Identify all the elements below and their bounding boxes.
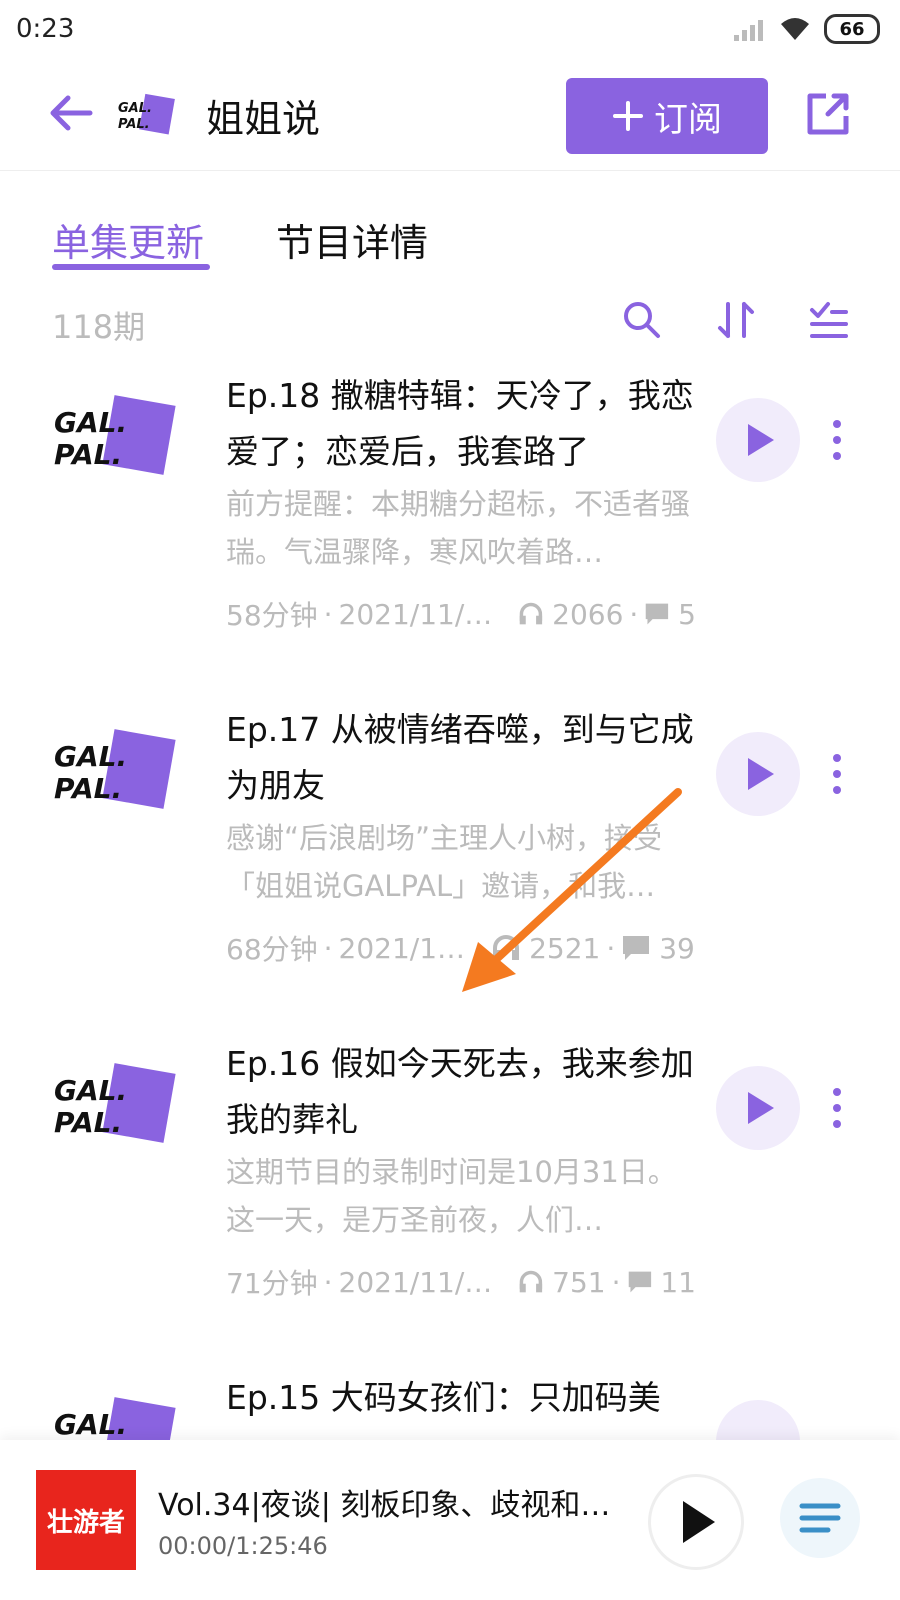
episode-meta: 71分钟 · 2021/11/… 751 · 11	[226, 1262, 696, 1302]
share-icon[interactable]	[804, 90, 852, 138]
episode-play-button[interactable]	[716, 398, 800, 482]
episode-cover: GAL. PAL.	[54, 1063, 176, 1143]
page-title: 姐姐说	[206, 97, 321, 141]
comment-count: 11	[660, 1265, 696, 1299]
header-bar: GAL. PAL. 姐姐说 订阅	[0, 60, 900, 171]
separator: ·	[323, 597, 333, 631]
subscribe-label: 订阅	[654, 99, 722, 140]
episode-meta: 68分钟 · 2021/1… 2521 · 39	[226, 928, 696, 968]
mini-player[interactable]: 壮游者 Vol.34|夜谈| 刻板印象、歧视和… 00:00/1:25:46	[0, 1440, 900, 1600]
episode-description: 感谢“后浪剧场”主理人小树，接受「姐姐说GALPAL」邀请，和我…	[226, 821, 663, 903]
episode-cover: GAL.	[54, 1397, 176, 1440]
wifi-icon	[781, 18, 809, 40]
list-toolbar: 118期	[0, 290, 900, 360]
svg-text:PAL.: PAL.	[54, 772, 122, 805]
svg-text:GAL.: GAL.	[54, 1408, 127, 1440]
episode-item[interactable]: GAL. Ep.15 大码女孩们：只加码美	[0, 1366, 900, 1440]
play-icon	[748, 1092, 774, 1124]
svg-text:PAL.: PAL.	[54, 1106, 122, 1139]
episode-cover: GAL. PAL.	[54, 395, 176, 475]
separator: ·	[606, 931, 616, 965]
batch-select-icon[interactable]	[806, 298, 850, 342]
comment-icon	[628, 1271, 651, 1293]
episode-description: 这期节目的录制时间是10月31日。这一天，是万圣前夜，人们…	[226, 1155, 677, 1237]
headphones-icon	[520, 602, 543, 625]
svg-text:PAL.: PAL.	[54, 438, 122, 471]
episode-item[interactable]: GAL. PAL. Ep.17 从被情绪吞噬，到与它成为朋友 感谢“后浪剧场”主…	[0, 698, 900, 1038]
episode-cover: GAL. PAL.	[54, 729, 176, 809]
player-cover: 壮游者	[36, 1470, 136, 1570]
more-options-icon[interactable]	[830, 418, 844, 462]
player-time: 00:00/1:25:46	[158, 1532, 328, 1560]
episode-item[interactable]: GAL. PAL. Ep.16 假如今天死去，我来参加我的葬礼 这期节目的录制时…	[0, 1032, 900, 1372]
episode-date: 2021/11/…	[338, 1265, 493, 1299]
episode-duration: 68分钟	[226, 933, 318, 966]
episode-duration: 71分钟	[226, 1267, 318, 1300]
headphones-icon	[493, 935, 520, 960]
play-count: 2521	[529, 931, 601, 965]
svg-text:GAL.: GAL.	[54, 740, 127, 773]
podcast-logo: GAL. PAL.	[118, 93, 175, 135]
plus-icon	[613, 101, 643, 131]
episode-date: 2021/1…	[338, 931, 466, 965]
status-icons: 66	[732, 14, 880, 44]
tab-bar: 单集更新 节目详情	[0, 200, 900, 280]
episode-duration: 58分钟	[226, 599, 318, 632]
svg-text:GAL.: GAL.	[54, 406, 127, 439]
play-icon	[748, 424, 774, 456]
status-time: 0:23	[16, 14, 75, 44]
headphones-icon	[520, 1270, 543, 1293]
player-play-button[interactable]	[648, 1474, 744, 1570]
svg-text:GAL.: GAL.	[118, 101, 152, 116]
subscribe-button[interactable]: 订阅	[566, 78, 768, 154]
episode-play-button[interactable]	[716, 1400, 800, 1440]
episode-title: Ep.18 撒糖特辑：天冷了，我恋爱了；恋爱后，我套路了	[226, 376, 694, 471]
playlist-button[interactable]	[780, 1478, 860, 1558]
separator: ·	[323, 1265, 333, 1299]
more-options-icon[interactable]	[830, 752, 844, 796]
status-bar: 0:23 66	[0, 0, 900, 60]
comment-icon	[646, 603, 669, 625]
play-icon	[683, 1501, 715, 1543]
episode-play-button[interactable]	[716, 1066, 800, 1150]
play-count: 751	[552, 1265, 606, 1299]
comment-count: 5	[678, 597, 696, 631]
episode-title: Ep.16 假如今天死去，我来参加我的葬礼	[226, 1044, 694, 1139]
episode-meta: 58分钟 · 2021/11/… 2066 · 5	[226, 594, 696, 634]
more-options-icon[interactable]	[830, 1086, 844, 1130]
comment-icon	[623, 936, 650, 960]
episode-title: Ep.17 从被情绪吞噬，到与它成为朋友	[226, 710, 694, 805]
active-tab-indicator	[52, 264, 210, 270]
episode-date: 2021/11/…	[338, 597, 493, 631]
play-icon	[748, 758, 774, 790]
episode-description: 前方提醒：本期糖分超标，不适者骚瑞。气温骤降，寒风吹着路…	[226, 487, 691, 569]
separator: ·	[323, 931, 333, 965]
svg-text:GAL.: GAL.	[54, 1074, 127, 1107]
back-arrow-icon[interactable]	[46, 88, 96, 138]
episode-item[interactable]: GAL. PAL. Ep.18 撒糖特辑：天冷了，我恋爱了；恋爱后，我套路了 前…	[0, 364, 900, 704]
episode-count: 118期	[52, 308, 146, 346]
playlist-icon	[799, 1503, 841, 1533]
sort-icon[interactable]	[714, 298, 758, 342]
comment-count: 39	[659, 931, 695, 965]
tab-details[interactable]: 节目详情	[276, 212, 428, 267]
play-count: 2066	[552, 597, 624, 631]
episode-title: Ep.15 大码女孩们：只加码美	[226, 1378, 661, 1417]
signal-icon	[734, 20, 763, 41]
battery-indicator: 66	[824, 14, 880, 44]
svg-text:PAL.: PAL.	[118, 117, 150, 132]
separator: ·	[611, 1265, 621, 1299]
separator: ·	[629, 597, 639, 631]
search-icon[interactable]	[620, 298, 664, 342]
player-title: Vol.34|夜谈| 刻板印象、歧视和…	[158, 1488, 611, 1523]
episode-play-button[interactable]	[716, 732, 800, 816]
tab-episodes[interactable]: 单集更新	[52, 212, 204, 267]
